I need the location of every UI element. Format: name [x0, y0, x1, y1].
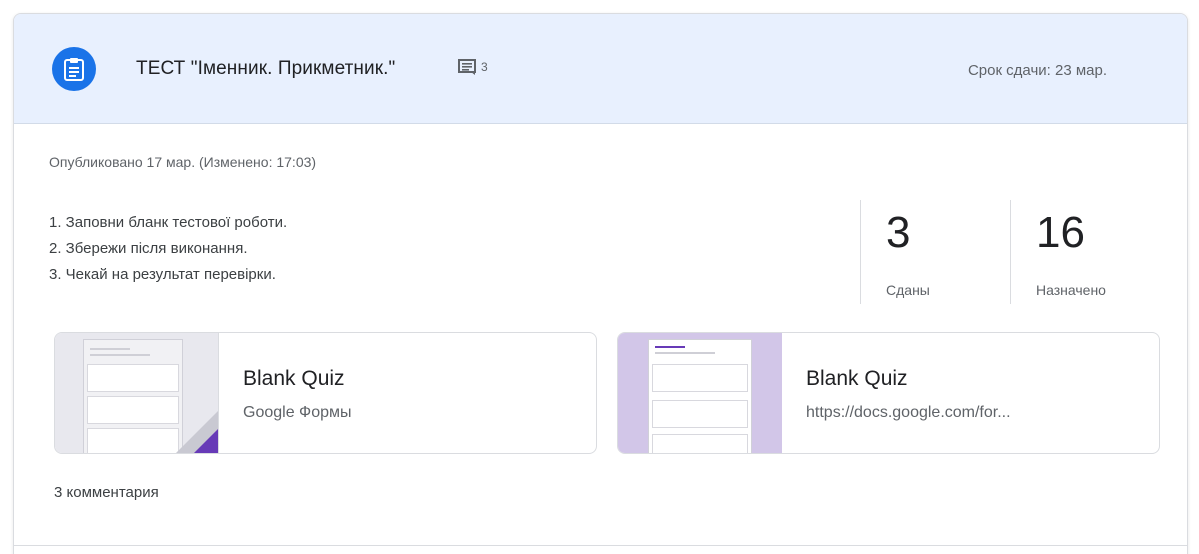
turned-in-stat[interactable]: 3 Сданы	[860, 200, 1010, 304]
instruction-line: 2. Збережи після виконання.	[49, 240, 248, 257]
due-date: Срок сдачи: 23 мар.	[967, 62, 1107, 79]
forms-icon	[192, 429, 218, 453]
assignment-header[interactable]: ТЕСТ "Іменник. Прикметник." 3 Срок сдачи…	[14, 14, 1187, 124]
divider	[14, 545, 1187, 546]
attachment-card[interactable]: Blank Quiz https://docs.google.com/for..…	[617, 332, 1160, 454]
comment-count: 3	[481, 60, 488, 74]
assignment-title: ТЕСТ "Іменник. Прикметник."	[136, 58, 396, 79]
instruction-line: 1. Заповни бланк тестової роботи.	[49, 214, 288, 231]
attachment-card[interactable]: Blank Quiz Google Формы	[54, 332, 597, 454]
assigned-label: Назначено	[1036, 282, 1106, 298]
instructions: 1. Заповни бланк тестової роботи. 2. Збе…	[49, 210, 287, 288]
instruction-line: 3. Чекай на результат перевірки.	[49, 266, 276, 283]
published-info: Опубликовано 17 мар. (Изменено: 17:03)	[49, 154, 317, 170]
attachment-thumbnail	[618, 333, 782, 453]
attachment-thumbnail	[55, 333, 219, 453]
class-comments-link[interactable]: 3 комментария	[54, 484, 159, 501]
attachment-url: https://docs.google.com/for...	[806, 404, 1011, 421]
assignment-icon	[52, 47, 96, 91]
comment-icon	[458, 59, 476, 75]
attachment-title: Blank Quiz	[806, 367, 908, 390]
comment-indicator: 3	[458, 59, 488, 75]
assignment-card: ТЕСТ "Іменник. Прикметник." 3 Срок сдачи…	[13, 13, 1188, 554]
turned-in-count: 3	[886, 208, 911, 257]
assigned-stat[interactable]: 16 Назначено	[1010, 200, 1160, 304]
attachment-title: Blank Quiz	[243, 367, 345, 390]
attachment-subtitle: Google Формы	[243, 404, 352, 421]
submission-stats: 3 Сданы 16 Назначено	[860, 200, 1160, 304]
assigned-count: 16	[1036, 208, 1085, 257]
turned-in-label: Сданы	[886, 282, 930, 298]
